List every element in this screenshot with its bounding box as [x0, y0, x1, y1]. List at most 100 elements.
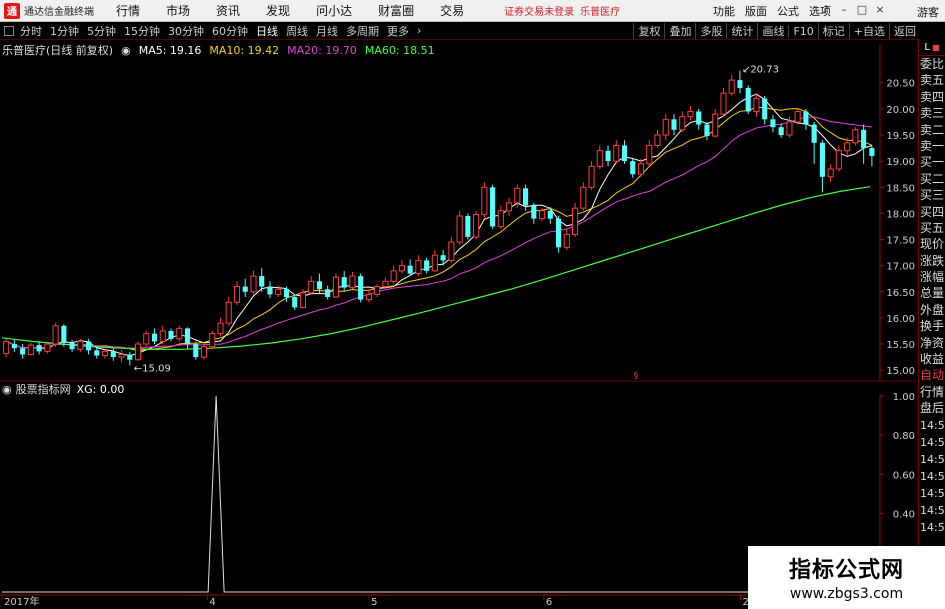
menu-market[interactable]: 市场: [166, 2, 190, 19]
trade-time: 14:56: [920, 435, 945, 449]
candle-body-down: [36, 345, 42, 352]
candle-body-up: [844, 142, 851, 152]
candle-body-up: [728, 79, 735, 94]
indicator-value: XG: 0.00: [76, 382, 125, 396]
candle-body-down: [778, 127, 784, 135]
candle-body-down: [605, 150, 611, 162]
quote-field: 买一: [920, 155, 945, 170]
legend-dot-icon[interactable]: ◉: [121, 44, 131, 57]
candle-body-down: [770, 119, 776, 128]
date-tick-label: 6: [546, 597, 552, 608]
date-tick-label: 5: [371, 597, 377, 608]
candle-body-up: [398, 265, 405, 272]
period-tab[interactable]: 60分钟: [212, 23, 248, 39]
period-tab[interactable]: 15分钟: [124, 23, 160, 39]
toggle-square-icon[interactable]: [4, 25, 14, 36]
period-tab-active[interactable]: 日线: [256, 23, 278, 39]
candle-body-up: [275, 288, 282, 295]
candle-body-up: [176, 327, 183, 340]
period-tab[interactable]: 30分钟: [168, 23, 204, 39]
candle-body-down: [69, 342, 75, 350]
title-bar: 通 通达信金融终端 行情 市场 资讯 发现 问小达 财富圈 交易 证券交易未登录…: [0, 0, 945, 22]
candle-body-down: [762, 98, 768, 120]
date-tick-label: 4: [209, 597, 215, 608]
quote-field: 卖四: [920, 89, 945, 104]
ma20-line: [5, 116, 872, 349]
candle-body-up: [654, 134, 661, 146]
menu-market-quotes[interactable]: 行情: [116, 2, 140, 19]
maximize-icon[interactable]: □: [855, 3, 869, 17]
candle-body-up: [827, 168, 834, 178]
candle-body-down: [811, 124, 817, 143]
candle-body-up: [563, 233, 570, 248]
tool-mark[interactable]: 标记: [817, 23, 849, 39]
menu-wealth[interactable]: 财富圈: [378, 2, 414, 19]
candle-body-up: [596, 150, 603, 167]
quote-field: 总量: [920, 286, 945, 301]
period-tab[interactable]: 多周期: [346, 23, 379, 39]
candle-body-up: [225, 301, 232, 324]
candle-body-up: [299, 292, 307, 308]
period-tab-more[interactable]: 更多: [387, 23, 409, 39]
candle-body-down: [20, 348, 26, 355]
period-tab[interactable]: 月线: [316, 23, 338, 39]
candle-body-down: [630, 161, 636, 175]
tab-quotes[interactable]: 行情: [919, 384, 945, 400]
guest-user[interactable]: 游客: [917, 4, 939, 20]
panel-header: L ■: [919, 40, 945, 56]
bell-icon[interactable]: ♪: [819, 3, 833, 17]
tab-auto[interactable]: 自动: [919, 367, 945, 383]
candle-body-up: [365, 293, 372, 301]
candle-body-up: [332, 276, 339, 298]
candle-body-down: [745, 87, 751, 112]
tool-stats[interactable]: 统计: [726, 23, 757, 39]
menu-discover[interactable]: 发现: [266, 2, 290, 19]
candle-body-up: [580, 186, 587, 209]
quote-field: 买二: [920, 171, 945, 186]
candle-body-down: [283, 289, 290, 297]
window-controls: ♪ – □ ×: [815, 3, 887, 17]
candle-body-down: [490, 187, 496, 227]
minimize-icon[interactable]: –: [837, 3, 851, 17]
period-tab[interactable]: 5分钟: [87, 23, 116, 39]
tool-back[interactable]: 返回: [889, 23, 920, 39]
tool-add-watch[interactable]: +自选: [848, 23, 889, 39]
tool-adjust[interactable]: 复权: [633, 23, 664, 39]
period-tab[interactable]: 周线: [286, 23, 308, 39]
price-tick-label: 16.50: [886, 288, 915, 299]
candle-body-up: [3, 340, 10, 354]
tool-f10[interactable]: F10: [788, 24, 817, 38]
period-tab[interactable]: 分时: [20, 23, 42, 39]
candle-body-up: [102, 350, 109, 357]
price-tick-label: 20.50: [886, 79, 915, 90]
quote-field: 买四: [920, 204, 945, 219]
chevron-right-icon[interactable]: ›: [417, 24, 421, 37]
period-tab[interactable]: 1分钟: [50, 23, 79, 39]
quote-field: 涨跌: [920, 253, 945, 268]
price-chart-area[interactable]: 15.00 15.50 16.00 16.50 17.00 17.50 18.00 18.50…: [0, 40, 918, 609]
app-title: 通达信金融终端: [24, 7, 94, 18]
tab-after-hours[interactable]: 盘后: [919, 400, 945, 416]
close-icon[interactable]: ×: [873, 3, 887, 17]
legend-dot-icon[interactable]: ◉: [2, 383, 12, 396]
tool-overlay[interactable]: 叠加: [664, 23, 695, 39]
candle-body-up: [374, 286, 381, 295]
price-tick-label: 18.00: [886, 209, 915, 220]
tool-draw[interactable]: 画线: [757, 23, 788, 39]
panel-flag-icon: ■: [932, 43, 940, 52]
menu-news[interactable]: 资讯: [216, 2, 240, 19]
candle-body-down: [11, 344, 17, 349]
menu-ask[interactable]: 问小达: [316, 2, 352, 19]
login-status[interactable]: 证券交易未登录: [504, 3, 574, 18]
candle-body-up: [539, 210, 546, 220]
menu-formula[interactable]: 公式: [777, 3, 799, 19]
menu-function[interactable]: 功能: [713, 3, 735, 19]
menu-layout[interactable]: 版面: [745, 3, 767, 19]
candle-body-down: [556, 218, 562, 248]
candle-body-up: [44, 343, 51, 352]
candle-body-up: [200, 346, 208, 358]
menu-trade[interactable]: 交易: [440, 2, 464, 19]
chart-tools: 复权 叠加 多股 统计 画线 F10 标记 +自选 返回: [633, 22, 920, 40]
tool-multi[interactable]: 多股: [695, 23, 726, 39]
candle-body-down: [127, 354, 133, 360]
